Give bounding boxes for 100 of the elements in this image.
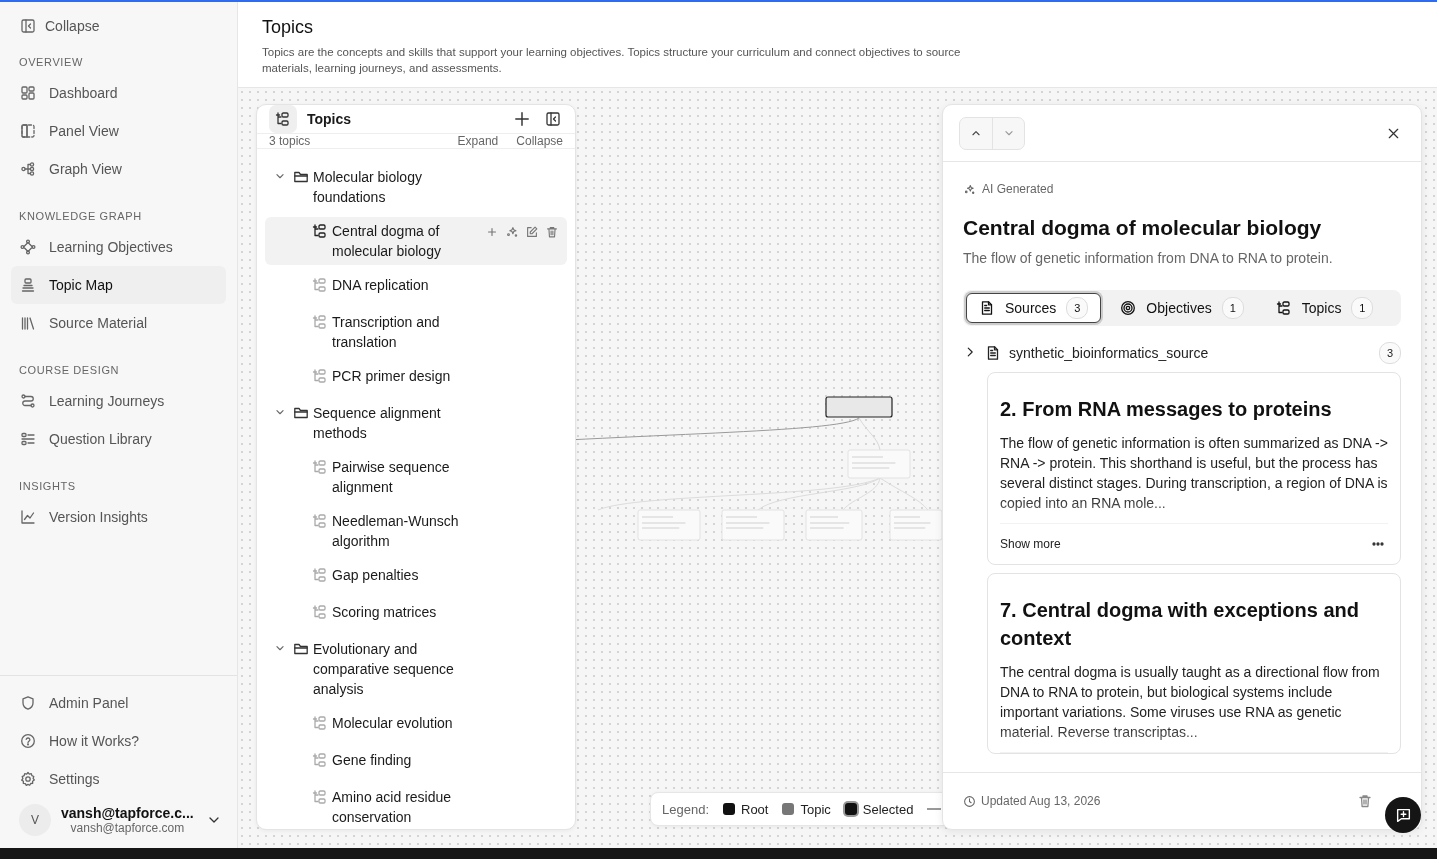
graph-node[interactable]: [847, 449, 911, 479]
tab[interactable]: Sources 3: [966, 293, 1102, 323]
document-icon: [979, 300, 995, 316]
graph-canvas[interactable]: [238, 88, 1437, 848]
edit-icon: [525, 225, 539, 239]
section-heading: OVERVIEW: [18, 56, 84, 68]
tree-item[interactable]: PCR primer design: [265, 362, 567, 393]
root-node[interactable]: [825, 396, 893, 418]
excerpt-title: 2. From RNA messages to proteins: [1000, 397, 1333, 422]
count-badge: 1: [1221, 297, 1244, 319]
nav-item[interactable]: Dashboard: [11, 74, 226, 112]
tree-item[interactable]: Scoring matrices: [265, 598, 567, 629]
sidebar-toggle-icon: [545, 111, 561, 127]
nav-item[interactable]: Topic Map: [11, 266, 226, 304]
collapse-button[interactable]: Collapse: [11, 10, 226, 42]
tree-item[interactable]: Central dogma of molecular biology: [265, 217, 567, 265]
count-badge: 3: [1066, 297, 1089, 319]
tree-item[interactable]: Pairwise sequence alignment: [265, 453, 567, 501]
source-row[interactable]: synthetic_bioinformatics_source 3: [963, 342, 1401, 364]
show-more-link[interactable]: Show more: [1000, 537, 1061, 551]
sparkle-icon: [505, 225, 519, 239]
collapse-panel-button[interactable]: [543, 109, 563, 129]
legend-label: Legend:: [662, 801, 709, 817]
topic-count: 3 topics: [269, 134, 312, 148]
user-name: vansh@tapforce.c...: [61, 805, 194, 821]
expand-link[interactable]: Expand: [457, 134, 499, 148]
nodes-icon: [20, 161, 36, 177]
section-heading: KNOWLEDGE GRAPH: [18, 210, 143, 222]
graph-node[interactable]: [805, 509, 863, 541]
tree-folder[interactable]: Sequence alignment methods: [265, 399, 567, 447]
graph-node[interactable]: [721, 509, 785, 541]
tree-folder[interactable]: Molecular biology foundations: [265, 163, 567, 211]
page-description: Topics are the concepts and skills that support your learning objectives. Topics structure your curriculum and connect objectives to source materials, learning journeys, and assessments.: [262, 45, 962, 76]
line-chart-icon: [20, 509, 36, 525]
tab[interactable]: Objectives 1: [1107, 293, 1257, 323]
folder-icon: [293, 405, 309, 421]
tree-item[interactable]: Gene finding: [265, 746, 567, 777]
tree-item[interactable]: Gap penalties: [265, 561, 567, 592]
hierarchy-icon: [312, 513, 328, 529]
tree-item[interactable]: Molecular evolution: [265, 709, 567, 740]
document-icon: [985, 345, 1001, 361]
hierarchy-icon: [312, 752, 328, 768]
nav-item[interactable]: Question Library: [11, 420, 226, 458]
nav-item[interactable]: Graph View: [11, 150, 226, 188]
topic-title: Central dogma of molecular biology: [963, 216, 1323, 240]
books-icon: [20, 315, 36, 331]
panel-icon: [20, 123, 36, 139]
clock-icon: [963, 794, 976, 808]
tab[interactable]: Topics 1: [1262, 293, 1387, 323]
hierarchy-icon: [312, 314, 328, 330]
trash-icon: [1357, 793, 1373, 809]
graph-node[interactable]: [637, 509, 701, 541]
shield-icon: [20, 695, 36, 711]
section-heading: INSIGHTS: [18, 480, 77, 492]
tree-folder[interactable]: Evolutionary and comparative sequence analysis: [265, 635, 567, 703]
tree-item[interactable]: DNA replication: [265, 271, 567, 302]
legend-item-label: Selected: [862, 801, 914, 817]
folder-icon: [293, 641, 309, 657]
count-badge: 3: [1379, 342, 1401, 364]
nav-item[interactable]: How it Works?: [11, 722, 226, 760]
folder-icon: [293, 169, 309, 185]
sidebar-toggle-icon: [20, 18, 36, 34]
plus-icon: [485, 225, 499, 239]
excerpt-text: The central dogma is usually taught as a directional flow from DNA to RNA to protein, but biological systems include important variations. Some viruses use RNA as genetic material. Reverse transcriptas...: [1000, 662, 1388, 753]
panel-title: Topics: [307, 111, 353, 127]
hierarchy-icon: [312, 459, 328, 475]
target-icon: [1120, 300, 1137, 316]
user-email: vansh@tapforce.com: [70, 821, 185, 835]
nav-item[interactable]: Version Insights: [11, 498, 226, 536]
nav-item[interactable]: Source Material: [11, 304, 226, 342]
list-icon: [20, 431, 36, 447]
comment-plus-icon: [1394, 806, 1412, 824]
legend-item-label: Topic: [800, 801, 831, 817]
ai-generated-label: AI Generated: [982, 182, 1054, 196]
nav-item[interactable]: Learning Journeys: [11, 382, 226, 420]
nav-item[interactable]: Admin Panel: [11, 684, 226, 722]
updated-date: Updated Aug 13, 2026: [981, 794, 1101, 808]
collapse-link[interactable]: Collapse: [516, 134, 563, 148]
hierarchy-icon: [312, 567, 328, 583]
hierarchy-icon: [312, 715, 328, 731]
settings-icon: [20, 771, 36, 787]
trash-icon: [545, 225, 559, 239]
tree-item[interactable]: Needleman-Wunsch algorithm: [265, 507, 567, 555]
hierarchy-icon: [275, 111, 291, 127]
hierarchy-icon: [312, 223, 328, 239]
nav-item[interactable]: Panel View: [11, 112, 226, 150]
hierarchy-icon: [312, 368, 328, 384]
edge-swatch: [927, 808, 942, 810]
hierarchy-icon: [312, 789, 328, 805]
avatar: V: [19, 804, 51, 836]
plus-icon: [513, 110, 531, 128]
graph-node[interactable]: [889, 509, 943, 541]
tree-item[interactable]: Amino acid residue conservation: [265, 783, 567, 829]
nav-item[interactable]: Learning Objectives: [11, 228, 226, 266]
excerpt-title: 7. Central dogma with exceptions and context: [1000, 598, 1360, 651]
hierarchy-icon: [312, 277, 328, 293]
tree-item[interactable]: Transcription and translation: [265, 308, 567, 356]
hierarchy-icon: [312, 604, 328, 620]
nav-item[interactable]: Settings: [11, 760, 226, 798]
sparkle-icon: [963, 182, 976, 196]
